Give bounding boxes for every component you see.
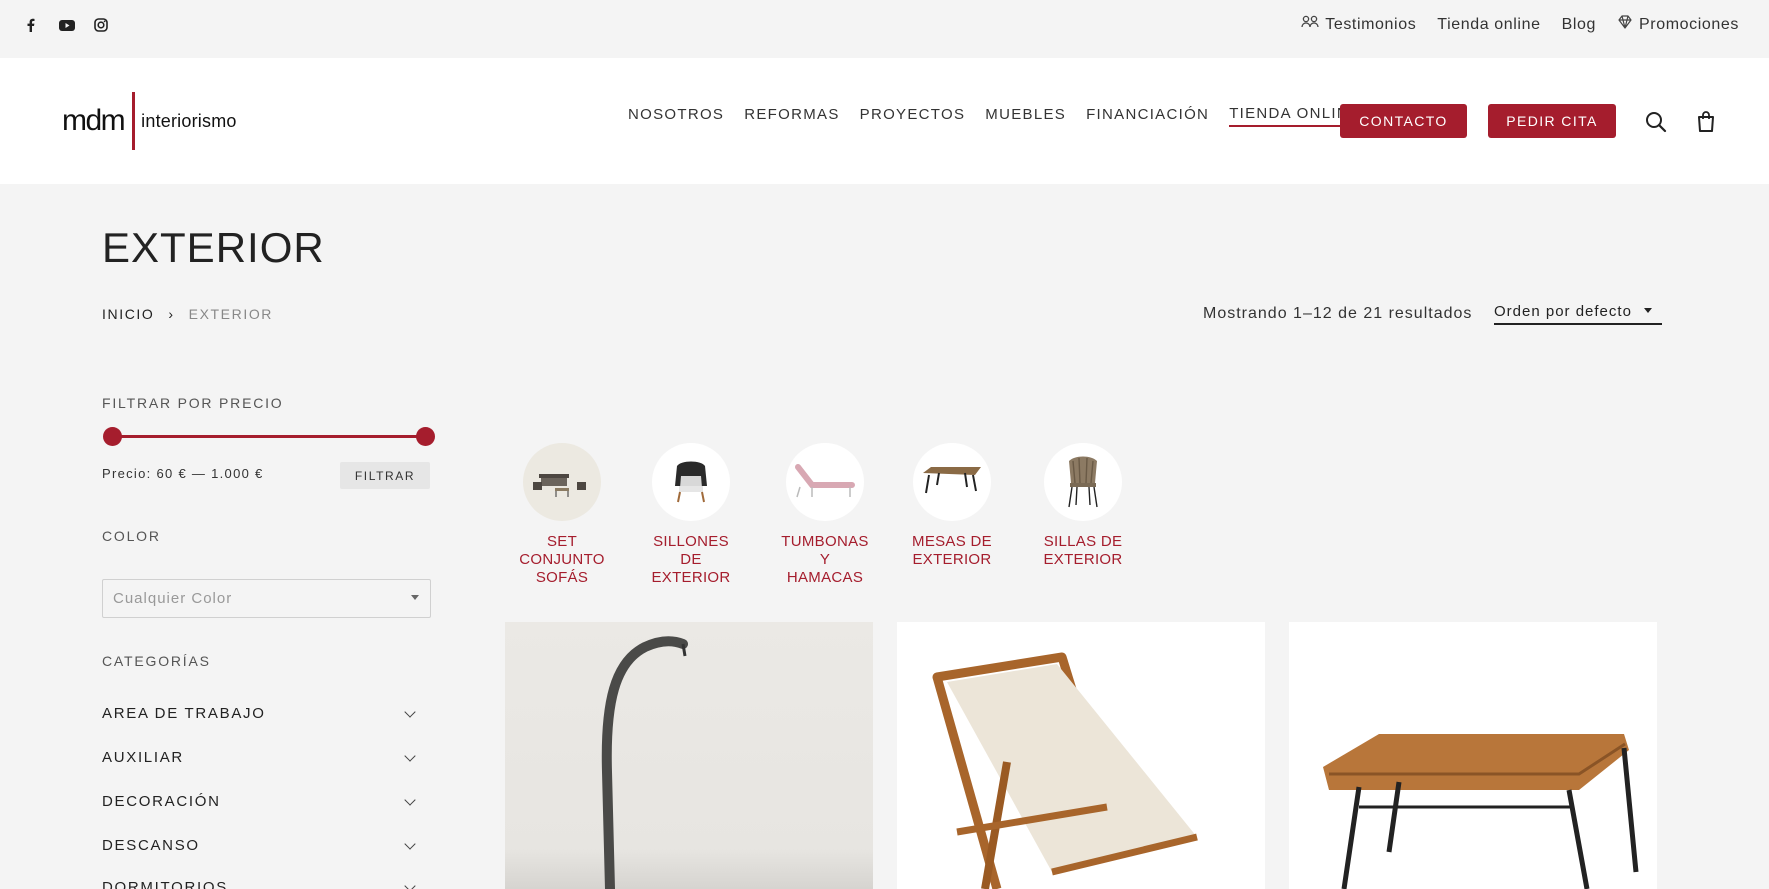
breadcrumb-separator: › bbox=[168, 306, 175, 322]
product-card[interactable] bbox=[897, 622, 1265, 889]
subcategory-sillas-de-exterior[interactable]: SILLAS DE EXTERIOR bbox=[1028, 443, 1138, 569]
color-select-value: Cualquier Color bbox=[113, 590, 233, 607]
category-item[interactable]: DORMITORIOS bbox=[102, 879, 416, 889]
chevron-down-icon[interactable] bbox=[404, 750, 416, 762]
chevron-down-icon[interactable] bbox=[404, 838, 416, 850]
category-label: AREA DE TRABAJO bbox=[102, 705, 266, 722]
instagram-icon[interactable] bbox=[93, 17, 109, 33]
logo-divider bbox=[132, 92, 136, 150]
price-slider-max-handle[interactable] bbox=[416, 427, 435, 446]
main-nav: NOSOTROS REFORMAS PROYECTOS MUEBLES FINA… bbox=[628, 105, 1361, 127]
top-link-label: Promociones bbox=[1639, 15, 1739, 33]
subcategory-label: SET CONJUNTO SOFÁS bbox=[519, 533, 605, 586]
top-link-blog[interactable]: Blog bbox=[1562, 15, 1596, 34]
youtube-icon[interactable] bbox=[58, 17, 75, 33]
top-links: Testimonios Tienda online Blog Promocion… bbox=[1301, 15, 1739, 34]
subcategory-tumbonas-y-hamacas[interactable]: TUMBONAS Y HAMACAS bbox=[770, 443, 880, 587]
category-label: DORMITORIOS bbox=[102, 879, 228, 889]
top-link-label: Blog bbox=[1561, 15, 1597, 33]
category-item[interactable]: DECORACIÓN bbox=[102, 793, 416, 810]
top-link-tienda-online[interactable]: Tienda online bbox=[1437, 15, 1540, 34]
outdoor-table-image bbox=[1323, 734, 1639, 889]
breadcrumb: INICIO › EXTERIOR bbox=[102, 306, 273, 322]
category-label: DECORACIÓN bbox=[102, 793, 221, 810]
product-card[interactable] bbox=[1289, 622, 1657, 889]
caret-down-icon bbox=[1644, 308, 1652, 313]
diamond-icon bbox=[1617, 15, 1633, 34]
results-count: Mostrando 1–12 de 21 resultados bbox=[1203, 305, 1473, 322]
main-header: mdm interiorismo NOSOTROS REFORMAS PROYE… bbox=[0, 58, 1769, 184]
color-select[interactable]: Cualquier Color bbox=[102, 579, 431, 618]
nav-item-muebles[interactable]: MUEBLES bbox=[985, 106, 1066, 126]
subcategory-mesas-de-exterior[interactable]: MESAS DE EXTERIOR bbox=[897, 443, 1007, 569]
breadcrumb-current: EXTERIOR bbox=[188, 306, 274, 322]
filter-button[interactable]: FILTRAR bbox=[340, 462, 430, 489]
people-icon bbox=[1301, 15, 1319, 34]
nav-item-reformas[interactable]: REFORMAS bbox=[744, 106, 839, 126]
category-label: DESCANSO bbox=[102, 837, 200, 854]
price-filter-heading: FILTRAR POR PRECIO bbox=[102, 395, 284, 411]
orderby-select[interactable]: Orden por defecto bbox=[1494, 303, 1662, 325]
nav-item-proyectos[interactable]: PROYECTOS bbox=[860, 106, 966, 126]
subcategory-label: MESAS DE EXTERIOR bbox=[912, 533, 992, 568]
contact-button[interactable]: CONTACTO bbox=[1340, 104, 1467, 138]
subcategory-set-conjunto-sofas[interactable]: SET CONJUNTO SOFÁS bbox=[507, 443, 617, 587]
lounger-image bbox=[786, 443, 864, 521]
top-link-label: Testimonios bbox=[1325, 15, 1417, 33]
chevron-down-icon[interactable] bbox=[404, 794, 416, 806]
orderby-value: Orden por defecto bbox=[1494, 303, 1632, 320]
category-label: AUXILIAR bbox=[102, 749, 184, 766]
color-heading: COLOR bbox=[102, 528, 161, 544]
product-card[interactable] bbox=[505, 622, 873, 889]
breadcrumb-home[interactable]: INICIO bbox=[102, 306, 154, 322]
nav-item-financiacion[interactable]: FINANCIACIÓN bbox=[1086, 106, 1209, 126]
caret-down-icon bbox=[411, 595, 419, 600]
logo-sub-text: interiorismo bbox=[141, 110, 237, 131]
subcategory-label: SILLAS DE EXTERIOR bbox=[1043, 533, 1123, 568]
top-link-testimonios[interactable]: Testimonios bbox=[1301, 15, 1416, 34]
table-image bbox=[913, 443, 991, 521]
category-item[interactable]: AUXILIAR bbox=[102, 749, 416, 766]
categories-heading: CATEGORÍAS bbox=[102, 653, 211, 669]
price-slider-min-handle[interactable] bbox=[103, 427, 122, 446]
hanging-chair-stand-image bbox=[505, 622, 873, 889]
price-slider-track[interactable] bbox=[112, 435, 425, 438]
search-icon[interactable] bbox=[1644, 110, 1668, 134]
armchair-image bbox=[652, 443, 730, 521]
cart-icon[interactable] bbox=[1694, 110, 1718, 134]
subcategory-label: SILLONES DE EXTERIOR bbox=[651, 533, 731, 586]
subcategory-label: TUMBONAS Y HAMACAS bbox=[781, 533, 869, 586]
chair-image bbox=[1044, 443, 1122, 521]
top-bar: Testimonios Tienda online Blog Promocion… bbox=[0, 0, 1769, 58]
appointment-button[interactable]: PEDIR CITA bbox=[1488, 104, 1616, 138]
category-item[interactable]: AREA DE TRABAJO bbox=[102, 705, 416, 722]
facebook-icon[interactable] bbox=[23, 17, 39, 33]
top-link-label: Tienda online bbox=[1437, 15, 1541, 33]
social-links bbox=[23, 17, 109, 33]
page-title: EXTERIOR bbox=[102, 224, 325, 271]
top-link-promociones[interactable]: Promociones bbox=[1617, 15, 1739, 34]
site-logo[interactable]: mdm interiorismo bbox=[62, 92, 237, 150]
category-item[interactable]: DESCANSO bbox=[102, 837, 416, 854]
chevron-down-icon[interactable] bbox=[404, 880, 416, 889]
sofa-set-image bbox=[523, 443, 601, 521]
logo-main-text: mdm bbox=[62, 104, 126, 137]
subcategory-sillones-de-exterior[interactable]: SILLONES DE EXTERIOR bbox=[636, 443, 746, 587]
price-range-text: Precio: 60 € — 1.000 € bbox=[102, 466, 264, 481]
nav-item-nosotros[interactable]: NOSOTROS bbox=[628, 106, 724, 126]
chevron-down-icon[interactable] bbox=[404, 706, 416, 718]
deck-chair-image bbox=[932, 652, 1198, 889]
